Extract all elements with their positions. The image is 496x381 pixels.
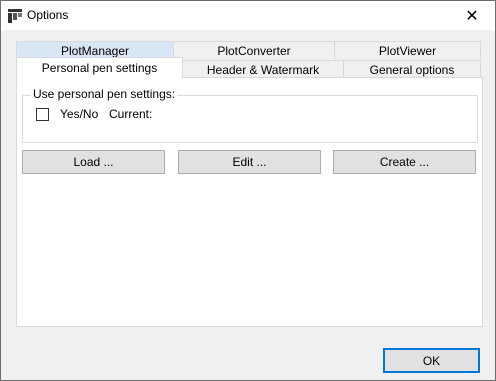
- window-title: Options: [27, 8, 69, 22]
- tab-personal-pen-settings[interactable]: Personal pen settings: [16, 57, 183, 78]
- load-button[interactable]: Load ...: [22, 150, 165, 174]
- create-button-label: Create ...: [379, 155, 430, 169]
- tab-plotconverter[interactable]: PlotConverter: [173, 41, 335, 59]
- title-bar[interactable]: Options ✕: [1, 1, 495, 30]
- yes-no-checkbox[interactable]: [36, 108, 49, 121]
- group-title: Use personal pen settings:: [31, 87, 178, 101]
- tab-label: PlotManager: [60, 43, 130, 58]
- tab-label: General options: [369, 62, 455, 77]
- tab-label: Personal pen settings: [41, 61, 158, 75]
- current-label: Current:: [109, 107, 153, 121]
- tab-plotviewer[interactable]: PlotViewer: [334, 41, 481, 59]
- load-button-label: Load ...: [73, 155, 114, 169]
- tab-header-watermark[interactable]: Header & Watermark: [182, 60, 344, 78]
- edit-button-label: Edit ...: [232, 155, 267, 169]
- ok-button-label: OK: [422, 353, 441, 368]
- create-button[interactable]: Create ...: [333, 150, 476, 174]
- edit-button[interactable]: Edit ...: [178, 150, 321, 174]
- tab-label: PlotViewer: [378, 43, 437, 58]
- tab-general-options[interactable]: General options: [343, 60, 481, 78]
- close-button[interactable]: ✕: [449, 1, 495, 30]
- tab-label: Header & Watermark: [206, 62, 320, 77]
- tab-panel-personal-pen-settings: Use personal pen settings: Yes/No Curren…: [16, 77, 483, 327]
- yes-no-label[interactable]: Yes/No: [60, 107, 98, 121]
- app-icon: [8, 9, 22, 23]
- close-icon: ✕: [465, 7, 479, 25]
- options-dialog: Options ✕ PlotManager PlotConverter Plot…: [0, 0, 496, 381]
- tab-row-front: Personal pen settings Header & Watermark…: [16, 57, 481, 78]
- tab-label: PlotConverter: [217, 43, 291, 58]
- ok-button[interactable]: OK: [383, 348, 480, 373]
